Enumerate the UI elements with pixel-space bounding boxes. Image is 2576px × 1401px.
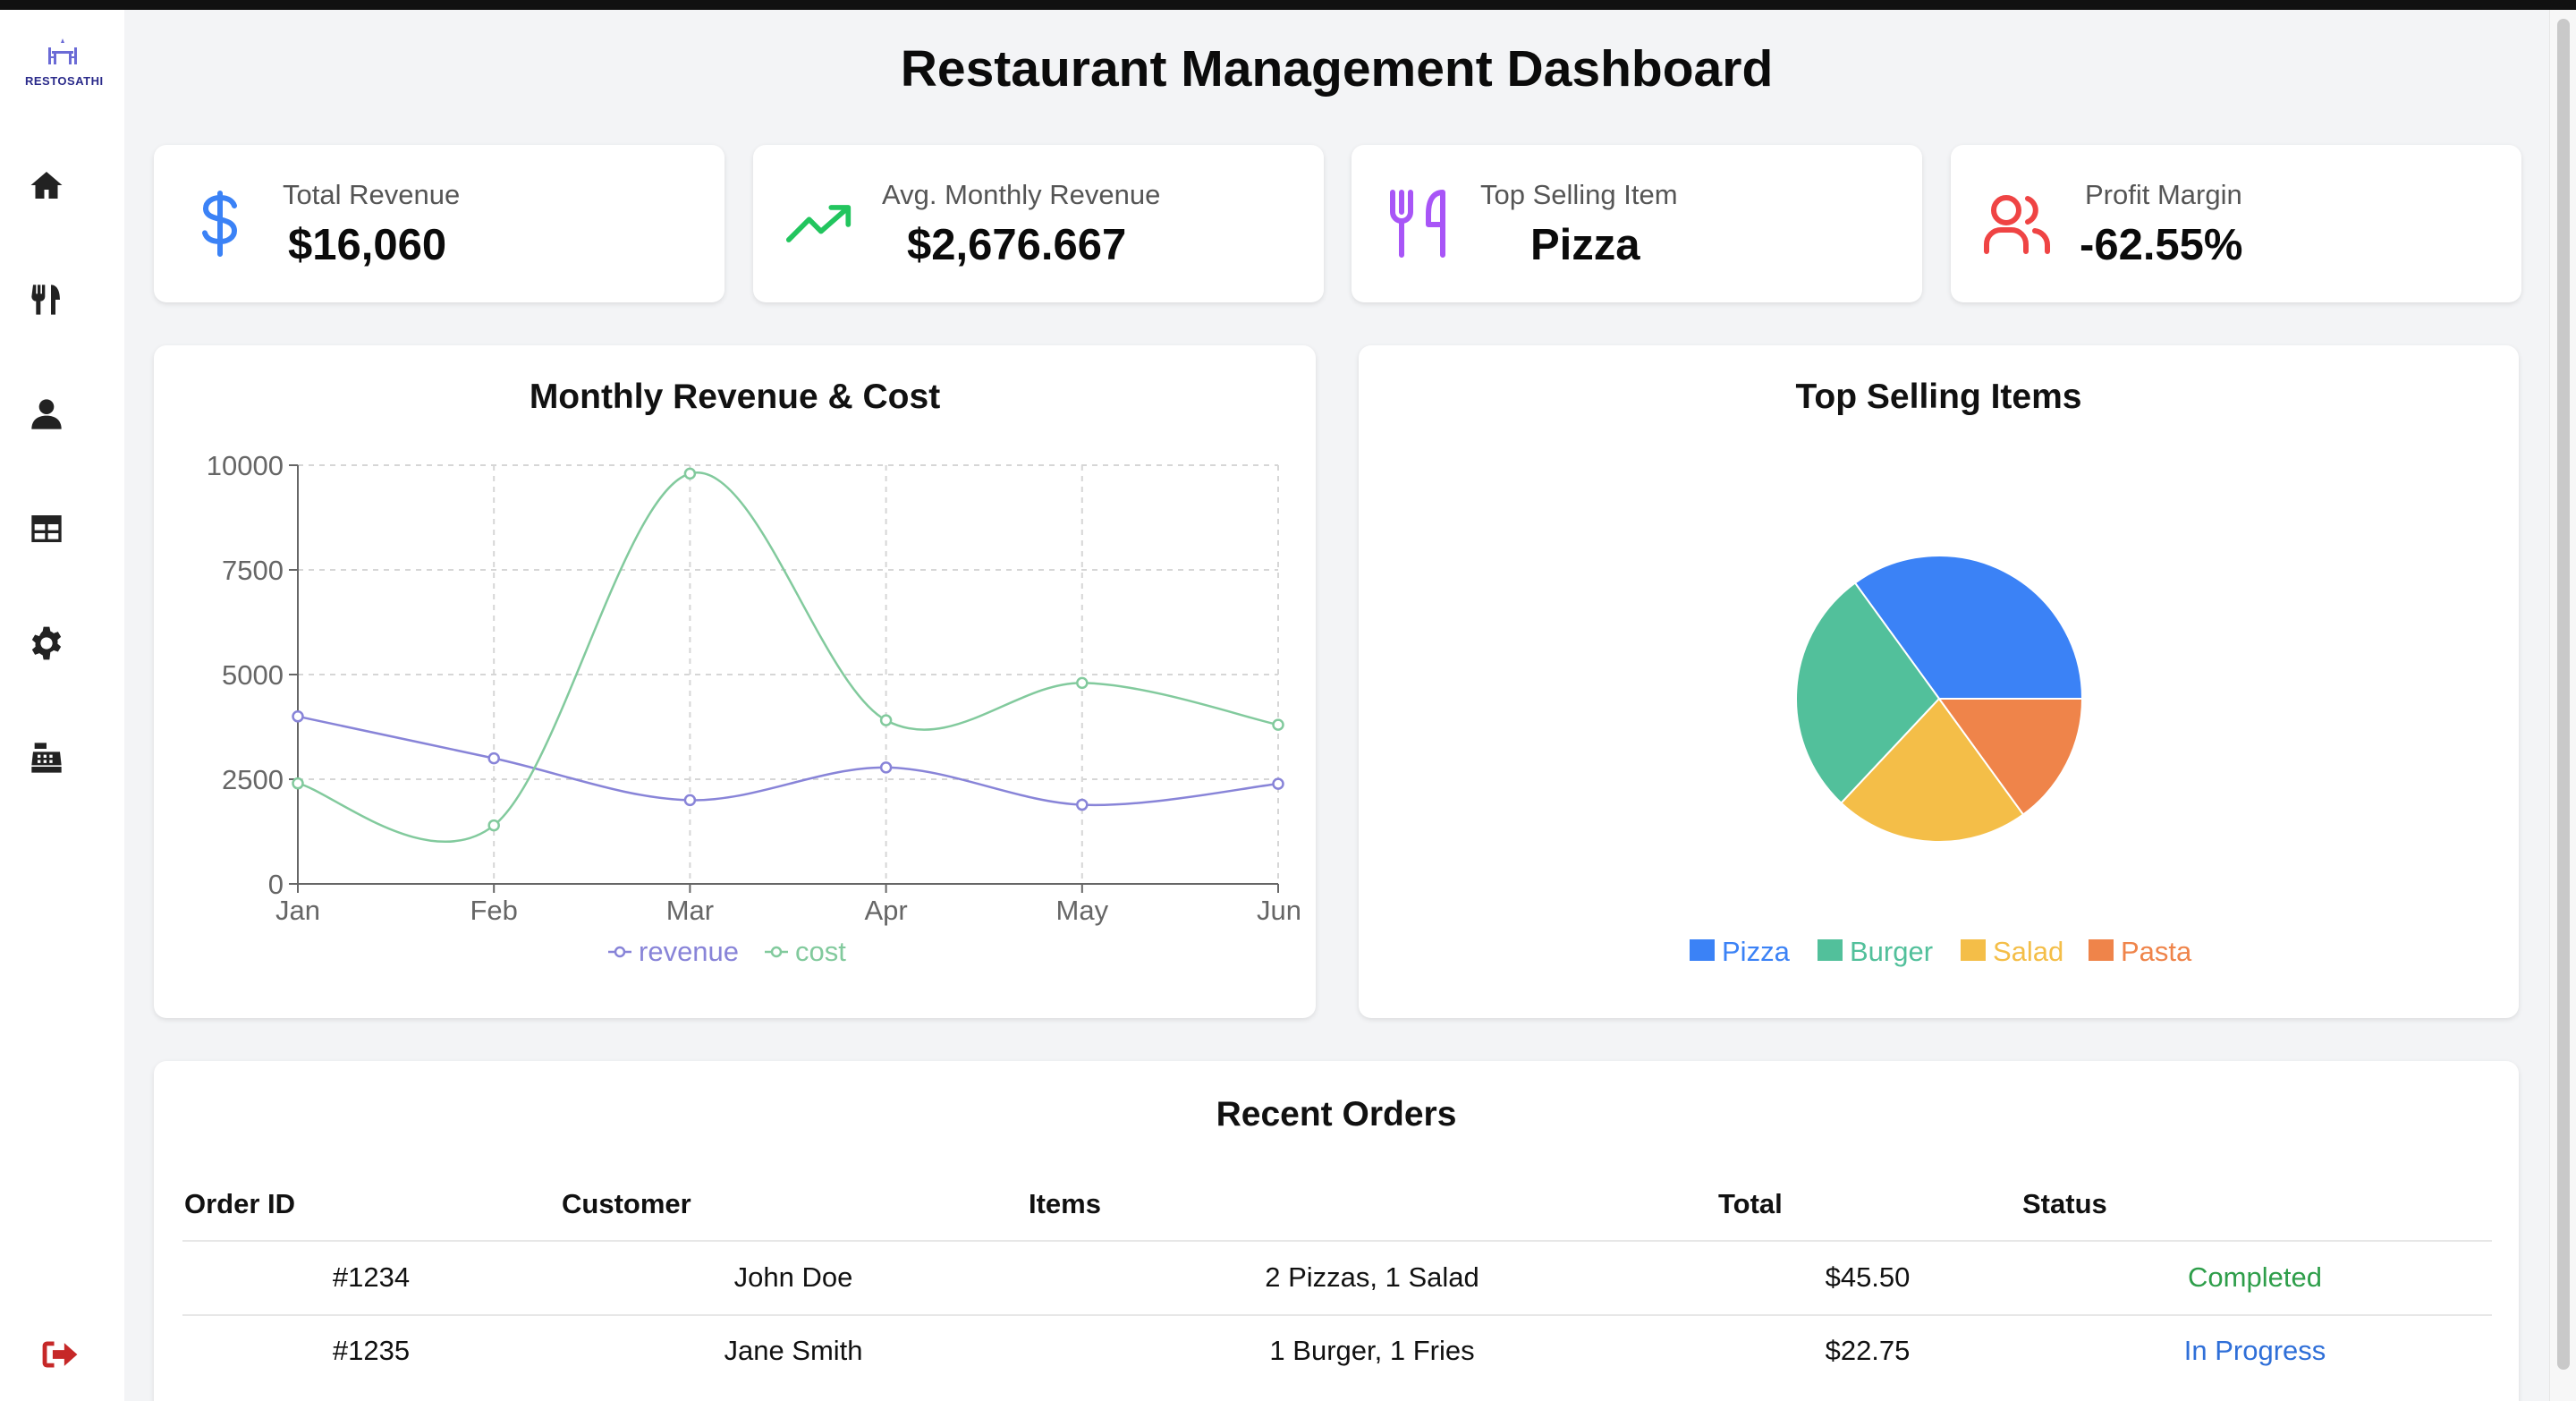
data-point-revenue xyxy=(1076,798,1089,811)
logout-icon xyxy=(42,1341,78,1368)
legend-label: cost xyxy=(795,936,846,967)
stat-label: Profit Margin xyxy=(2085,179,2242,210)
data-point-revenue xyxy=(1272,777,1284,790)
column-header-items: Items xyxy=(1029,1188,1101,1219)
vertical-scrollbar[interactable] xyxy=(2549,10,2576,1401)
pie-chart: Pizza Burger Salad Pasta xyxy=(1690,555,2192,967)
user-icon xyxy=(31,399,62,429)
stat-label: Total Revenue xyxy=(283,179,461,210)
order-items: 1 Burger, 1 Fries xyxy=(1269,1335,1475,1366)
logout-button[interactable] xyxy=(39,1334,80,1375)
order-id: #1234 xyxy=(332,1261,411,1293)
x-tick-label: Jan xyxy=(275,895,320,926)
scrollbar-thumb[interactable] xyxy=(2557,19,2570,1370)
stat-value: $16,060 xyxy=(288,221,447,269)
order-id: #1235 xyxy=(332,1335,411,1366)
top-selling-items-card: Top Selling Items Pizza Burger Salad Pasta xyxy=(1359,345,2519,1018)
data-point-revenue xyxy=(879,761,893,774)
data-point-cost xyxy=(683,467,697,480)
legend-swatch xyxy=(1818,939,1843,961)
table-icon xyxy=(31,515,62,542)
order-total: $45.50 xyxy=(1825,1261,1911,1293)
customer-name: Jane Smith xyxy=(724,1335,863,1366)
y-tick-label: 2500 xyxy=(222,764,284,795)
recent-orders-card: Recent Orders Order ID Customer Items To… xyxy=(154,1061,2519,1401)
data-point-cost xyxy=(292,777,304,790)
stat-label: Avg. Monthly Revenue xyxy=(882,179,1161,210)
legend-swatch xyxy=(1961,939,1986,961)
stat-value: -62.55% xyxy=(2080,221,2243,269)
order-items: 2 Pizzas, 1 Salad xyxy=(1265,1261,1479,1293)
trending-up-icon xyxy=(785,190,853,258)
x-tick-label: Mar xyxy=(666,895,714,926)
x-tick-label: Jun xyxy=(1257,895,1301,926)
order-total: $22.75 xyxy=(1825,1335,1911,1366)
data-point-cost xyxy=(1272,718,1284,731)
legend-label: Pasta xyxy=(2121,936,2192,967)
column-header-customer: Customer xyxy=(562,1188,691,1219)
logo-text: RESTOSATHI xyxy=(25,74,104,88)
data-point-revenue xyxy=(487,751,500,765)
sidebar-item-customers[interactable] xyxy=(25,393,68,436)
stat-value: Pizza xyxy=(1530,221,1640,269)
data-point-cost xyxy=(1076,676,1089,690)
row-divider xyxy=(182,1314,2492,1316)
sidebar-item-tables[interactable] xyxy=(25,507,68,550)
data-point-cost xyxy=(487,819,500,832)
sidebar-item-settings[interactable] xyxy=(25,622,68,665)
x-tick-label: May xyxy=(1056,895,1109,926)
sidebar: RESTOSATHI xyxy=(0,10,124,1401)
y-tick-label: 7500 xyxy=(222,555,284,586)
stat-value: $2,676.667 xyxy=(907,221,1127,269)
utensils-icon xyxy=(31,284,60,315)
x-tick-label: Apr xyxy=(864,895,907,926)
users-icon xyxy=(1983,190,2051,258)
column-header-order-id: Order ID xyxy=(184,1188,296,1219)
y-tick-label: 10000 xyxy=(207,450,284,481)
home-icon xyxy=(30,172,63,199)
column-header-status: Status xyxy=(2022,1188,2107,1219)
legend-marker-dot xyxy=(614,946,626,958)
stat-card-profit-margin: Profit Margin -62.55% xyxy=(1951,145,2521,302)
header-divider xyxy=(182,1240,2492,1242)
line-chart: 025005000750010000Jan Feb Mar Apr May Junreve… xyxy=(207,450,1301,967)
legend-swatch xyxy=(1690,939,1715,961)
window-top-bar xyxy=(0,0,2576,10)
stat-card-avg-monthly-revenue: Avg. Monthly Revenue $2,676.667 xyxy=(753,145,1324,302)
y-tick-label: 5000 xyxy=(222,659,284,691)
page-title: Restaurant Management Dashboard xyxy=(900,40,1774,98)
legend-label: revenue xyxy=(639,936,739,967)
legend-label: Salad xyxy=(1993,936,2063,967)
restaurant-logo-icon xyxy=(48,38,77,64)
utensils-icon xyxy=(1384,190,1452,258)
stat-card-top-selling-item: Top Selling Item Pizza xyxy=(1352,145,1922,302)
customer-name: John Doe xyxy=(733,1261,853,1293)
series-line-cost xyxy=(297,471,1279,844)
stat-label: Top Selling Item xyxy=(1480,179,1678,210)
revenue-cost-chart-card: Monthly Revenue & Cost 0 2500 5000 7500 1000… xyxy=(154,345,1316,1018)
stat-card-total-revenue: Total Revenue $16,060 xyxy=(154,145,724,302)
legend-marker-dot xyxy=(770,946,783,958)
series-line-revenue xyxy=(297,715,1279,807)
orders-title: Recent Orders xyxy=(1216,1095,1457,1134)
status-badge: In Progress xyxy=(2183,1335,2326,1366)
sidebar-item-home[interactable] xyxy=(25,164,68,207)
data-point-revenue xyxy=(683,794,697,807)
legend-label: Burger xyxy=(1850,936,1933,967)
data-point-cost xyxy=(879,714,893,726)
gear-icon xyxy=(31,626,62,660)
status-badge: Completed xyxy=(2188,1261,2322,1293)
legend-label: Pizza xyxy=(1722,936,1791,967)
legend-swatch xyxy=(2089,939,2114,961)
dollar-icon xyxy=(186,190,254,258)
sidebar-item-menu[interactable] xyxy=(25,278,68,321)
column-header-total: Total xyxy=(1718,1188,1783,1219)
data-point-revenue xyxy=(292,710,304,723)
sidebar-item-pos[interactable] xyxy=(25,736,68,779)
app-logo[interactable]: RESTOSATHI xyxy=(25,35,104,110)
cash-register-icon xyxy=(31,743,62,773)
x-tick-label: Feb xyxy=(470,895,517,926)
